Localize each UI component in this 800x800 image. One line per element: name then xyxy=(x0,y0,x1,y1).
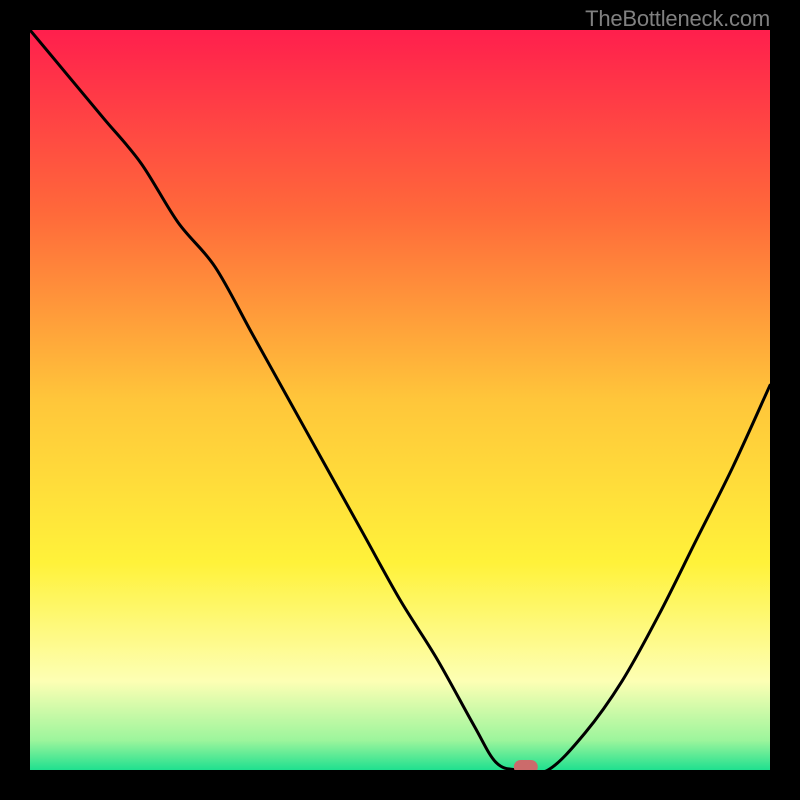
watermark-label: TheBottleneck.com xyxy=(585,6,770,32)
gradient-background xyxy=(30,30,770,770)
optimal-marker xyxy=(514,760,538,770)
plot-area xyxy=(30,30,770,770)
chart-svg xyxy=(30,30,770,770)
chart-frame: TheBottleneck.com xyxy=(0,0,800,800)
